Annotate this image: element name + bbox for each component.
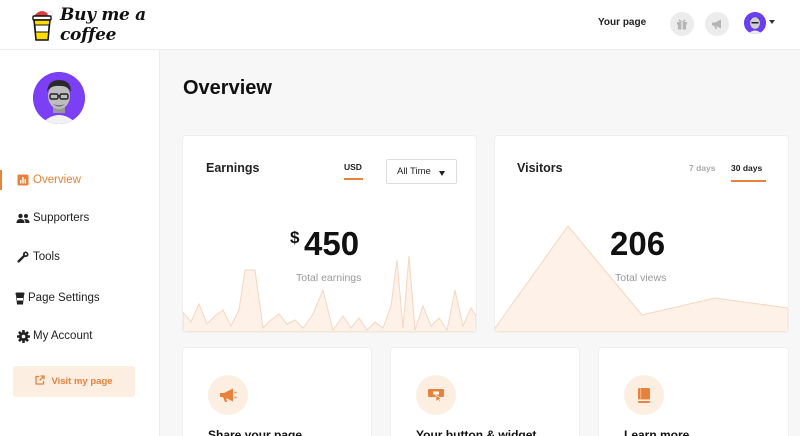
sidebar-item-label: My Account [33, 330, 93, 342]
book-icon [624, 375, 664, 415]
caret-down-icon [439, 171, 445, 176]
tab-30-days[interactable]: 30 days [731, 163, 762, 173]
active-tab-underline [731, 180, 766, 182]
total-views-label: Total views [615, 272, 667, 284]
gift-icon[interactable] [670, 12, 694, 36]
visitors-title: Visitors [517, 161, 563, 175]
user-avatar[interactable] [744, 12, 766, 34]
bar-chart-icon [16, 173, 30, 187]
chevron-down-icon[interactable] [769, 20, 775, 24]
total-earnings-label: Total earnings [296, 272, 362, 284]
visit-my-page-label: Visit my page [51, 376, 113, 387]
share-page-card[interactable]: Share your page [183, 348, 371, 436]
earnings-title: Earnings [206, 161, 260, 175]
sidebar-item-label: Supporters [33, 212, 90, 224]
sidebar-item-my-account[interactable]: My Account [0, 324, 160, 348]
megaphone-icon[interactable] [705, 12, 729, 36]
coffee-cup-logo-icon [30, 8, 54, 42]
your-page-link[interactable]: Your page [598, 17, 646, 28]
sidebar-item-label: Overview [33, 174, 81, 186]
visit-my-page-button[interactable]: Visit my page [13, 366, 135, 397]
wrench-icon [16, 250, 30, 264]
cup-icon [13, 291, 27, 305]
external-link-icon [35, 375, 46, 388]
share-page-title: Share your page [208, 428, 303, 436]
time-range-select[interactable]: All Time [386, 159, 457, 184]
sidebar-item-overview[interactable]: Overview [0, 168, 160, 192]
total-views-value: 206 [610, 225, 666, 262]
top-bar: Buy me a coffee Your page [0, 0, 800, 50]
currency-symbol: $ [290, 228, 300, 247]
sidebar-item-supporters[interactable]: Supporters [0, 206, 160, 230]
logo[interactable]: Buy me a coffee [30, 5, 165, 45]
visitors-card: Visitors 7 days 30 days 206 Total views [495, 136, 788, 332]
earnings-card: Earnings USD All Time $ 450 Total earnin… [183, 136, 476, 332]
widget-icon [416, 375, 456, 415]
sidebar-item-label: Page Settings [28, 292, 100, 304]
logo-text: Buy me a coffee [60, 5, 146, 45]
currency-tab-underline [344, 178, 363, 180]
users-icon [16, 211, 30, 225]
currency-tab[interactable]: USD [344, 162, 362, 172]
page-title: Overview [183, 77, 272, 99]
megaphone-icon [208, 375, 248, 415]
sidebar-item-page-settings[interactable]: Page Settings [0, 286, 160, 310]
button-widget-card[interactable]: Your button & widget [391, 348, 579, 436]
learn-more-card[interactable]: Learn more [599, 348, 788, 436]
sidebar-item-tools[interactable]: Tools [0, 245, 160, 269]
learn-more-title: Learn more [624, 428, 690, 436]
button-widget-title: Your button & widget [416, 428, 537, 436]
gear-icon [16, 329, 30, 343]
sidebar: Overview Supporters Tools Page Settings … [0, 50, 160, 436]
time-range-value: All Time [397, 166, 431, 177]
sidebar-item-label: Tools [33, 251, 60, 263]
total-earnings-value: 450 [304, 225, 360, 262]
tab-7-days[interactable]: 7 days [689, 163, 715, 173]
profile-avatar [33, 72, 85, 124]
